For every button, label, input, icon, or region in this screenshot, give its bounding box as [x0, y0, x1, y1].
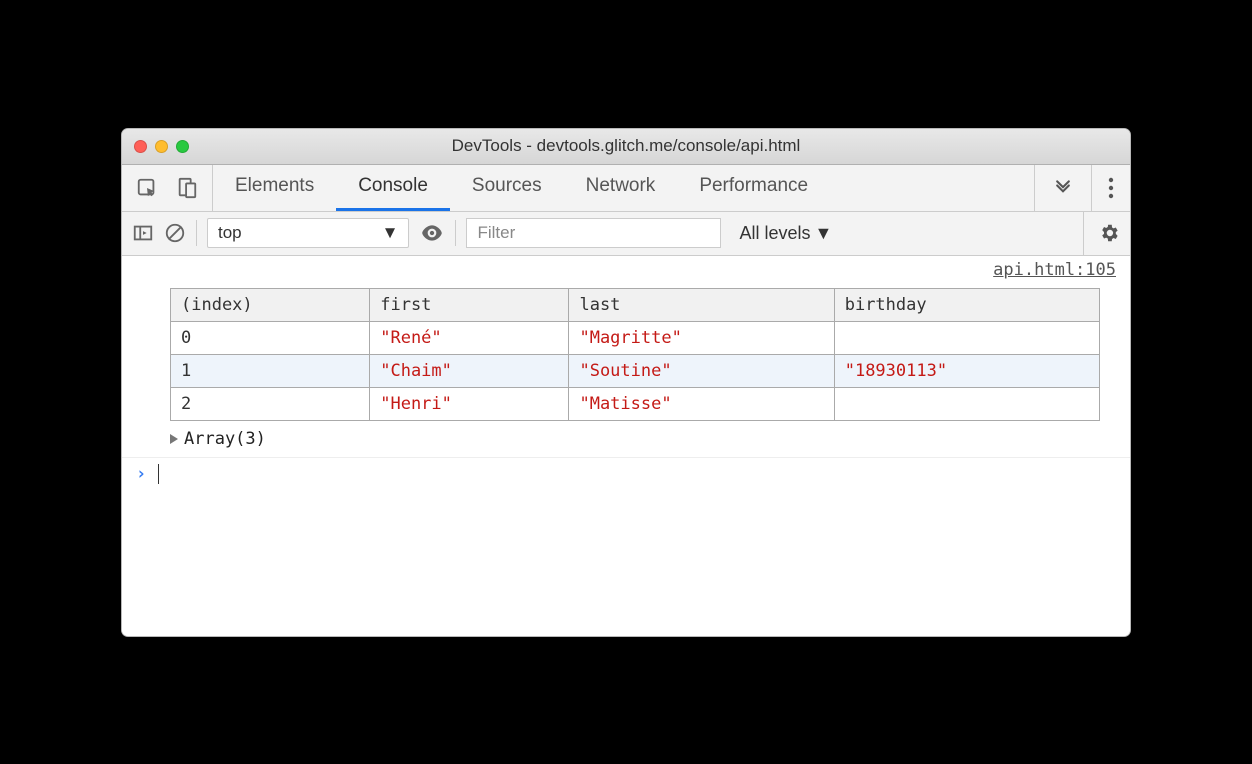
traffic-lights — [122, 140, 189, 153]
cell-first: "Henri" — [370, 387, 569, 420]
chevron-down-icon: ▼ — [382, 223, 399, 243]
console-table: (index) first last birthday 0 "René" "Ma… — [170, 288, 1100, 421]
table-header-birthday[interactable]: birthday — [834, 288, 1099, 321]
filter-input[interactable]: Filter — [466, 218, 721, 248]
object-summary: Array(3) — [184, 429, 266, 449]
object-expand-row[interactable]: Array(3) — [170, 429, 1120, 449]
minimize-window-button[interactable] — [155, 140, 168, 153]
window-title: DevTools - devtools.glitch.me/console/ap… — [122, 136, 1130, 156]
console-prompt[interactable]: › — [122, 458, 1130, 490]
tab-network[interactable]: Network — [564, 165, 678, 211]
cell-birthday — [834, 387, 1099, 420]
execution-context-select[interactable]: top ▼ — [207, 218, 409, 248]
console-log-entry: api.html:105 (index) first last birthday… — [122, 256, 1130, 458]
toolbar-divider — [196, 220, 197, 246]
devtools-window: DevTools - devtools.glitch.me/console/ap… — [121, 128, 1131, 637]
window-titlebar: DevTools - devtools.glitch.me/console/ap… — [122, 129, 1130, 165]
cell-birthday: "18930113" — [834, 354, 1099, 387]
context-value: top — [218, 223, 242, 243]
clear-console-icon[interactable] — [164, 222, 186, 244]
console-toolbar: top ▼ Filter All levels ▼ — [122, 212, 1130, 256]
table-row[interactable]: 1 "Chaim" "Soutine" "18930113" — [171, 354, 1100, 387]
log-levels-select[interactable]: All levels ▼ — [739, 223, 832, 244]
table-header-first[interactable]: first — [370, 288, 569, 321]
console-settings-icon[interactable] — [1098, 222, 1120, 244]
console-content: api.html:105 (index) first last birthday… — [122, 256, 1130, 636]
close-window-button[interactable] — [134, 140, 147, 153]
table-header-last[interactable]: last — [569, 288, 834, 321]
filter-placeholder: Filter — [477, 223, 515, 243]
maximize-window-button[interactable] — [176, 140, 189, 153]
table-row[interactable]: 0 "René" "Magritte" — [171, 321, 1100, 354]
tab-sources[interactable]: Sources — [450, 165, 564, 211]
chevron-down-icon: ▼ — [815, 223, 833, 244]
text-cursor — [158, 464, 159, 484]
cell-last: "Soutine" — [569, 354, 834, 387]
tab-performance[interactable]: Performance — [677, 165, 830, 211]
live-expression-icon[interactable] — [419, 220, 445, 246]
cell-last: "Matisse" — [569, 387, 834, 420]
settings-wrap — [1083, 212, 1120, 255]
tabs-overflow-button[interactable] — [1034, 165, 1091, 211]
table-row[interactable]: 2 "Henri" "Matisse" — [171, 387, 1100, 420]
toolbar-icon-group — [122, 165, 213, 211]
source-link[interactable]: api.html:105 — [993, 260, 1116, 280]
inspect-element-icon[interactable] — [136, 177, 158, 199]
main-tabs: Elements Console Sources Network Perform… — [213, 165, 1034, 211]
tab-elements[interactable]: Elements — [213, 165, 336, 211]
table-header-index[interactable]: (index) — [171, 288, 370, 321]
tab-console[interactable]: Console — [336, 165, 450, 211]
cell-index: 1 — [171, 354, 370, 387]
more-options-button[interactable] — [1091, 165, 1130, 211]
cell-index: 2 — [171, 387, 370, 420]
device-toolbar-icon[interactable] — [176, 177, 198, 199]
expand-triangle-icon — [170, 434, 178, 444]
cell-index: 0 — [171, 321, 370, 354]
table-header-row: (index) first last birthday — [171, 288, 1100, 321]
toolbar-divider — [455, 220, 456, 246]
prompt-caret-icon: › — [136, 464, 146, 484]
levels-label: All levels — [739, 223, 810, 244]
cell-last: "Magritte" — [569, 321, 834, 354]
toggle-sidebar-icon[interactable] — [132, 222, 154, 244]
cell-birthday — [834, 321, 1099, 354]
cell-first: "Chaim" — [370, 354, 569, 387]
main-tabs-row: Elements Console Sources Network Perform… — [122, 165, 1130, 212]
cell-first: "René" — [370, 321, 569, 354]
